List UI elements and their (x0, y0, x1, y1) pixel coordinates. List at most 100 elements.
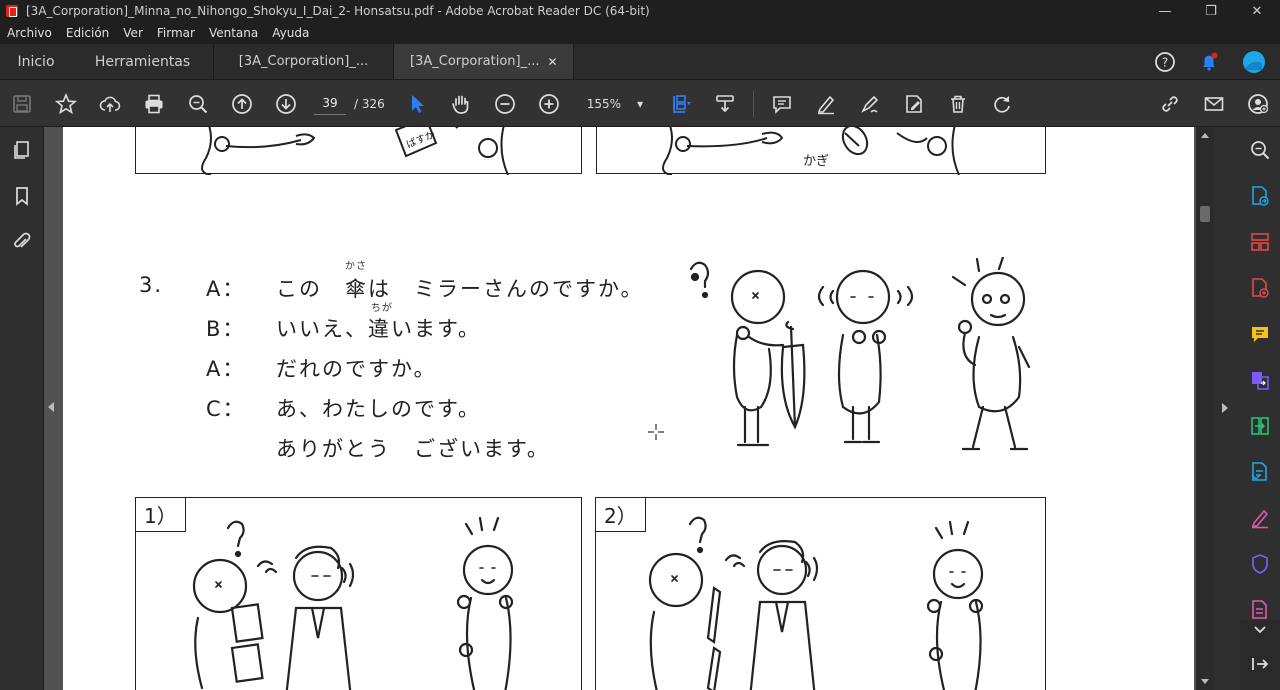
dialogue-line-5: ありがとう ございます。 (276, 437, 550, 461)
scroll-down-icon[interactable] (1201, 679, 1209, 684)
zoom-search-icon (1251, 141, 1270, 160)
organize-pages-button[interactable] (1240, 219, 1280, 265)
page-display-button[interactable] (659, 81, 703, 127)
add-user-button[interactable] (1236, 81, 1280, 127)
bookmark-star-button[interactable] (44, 81, 88, 127)
expand-panel-icon[interactable] (1250, 656, 1270, 672)
right-tools-panel (1214, 127, 1280, 690)
compress-pdf-button[interactable] (1240, 403, 1280, 449)
chevron-down-icon: ▾ (637, 96, 644, 111)
chevron-down-icon[interactable] (1252, 624, 1268, 636)
collapse-right-panel-icon[interactable] (1222, 403, 1228, 413)
zoom-out-button[interactable] (483, 81, 527, 127)
page-number-input[interactable] (314, 92, 346, 115)
share-link-button[interactable] (1148, 81, 1192, 127)
mail-icon (1204, 96, 1224, 111)
key-caption: かぎ (803, 154, 829, 169)
pen-draw-icon (861, 95, 879, 113)
delete-button[interactable] (936, 81, 980, 127)
select-tool-button[interactable] (395, 81, 439, 127)
fill-sign-button[interactable] (892, 81, 936, 127)
cartoon-figures-illustration: ばすか (201, 127, 509, 176)
print-button[interactable] (132, 81, 176, 127)
arrow-down-circle-icon (276, 93, 296, 114)
dialogue-speaker-4: C： (206, 397, 246, 421)
email-button[interactable] (1192, 81, 1236, 127)
search-tool-button[interactable] (1240, 127, 1280, 173)
umbrella-scene-illustration (689, 257, 1031, 451)
right-panel-footer (1240, 620, 1280, 690)
comment-icon (773, 95, 791, 114)
pdf-page: ばすか かぎ 3. かさ ちが A： この 傘は ミラーさんのですか。 B： い… (63, 127, 1194, 690)
tab-herramientas[interactable]: Herramientas (72, 44, 214, 79)
menu-firmar[interactable]: Firmar (150, 26, 202, 40)
menu-ventana[interactable]: Ventana (202, 26, 265, 40)
create-pdf-button[interactable] (1240, 265, 1280, 311)
notification-bell-icon[interactable] (1198, 51, 1220, 73)
zoom-value: 155% (586, 96, 622, 111)
highlight-button[interactable] (804, 81, 848, 127)
organize-pages-icon (1251, 233, 1269, 251)
sign-pen-icon (1251, 509, 1269, 529)
exercise-panel-1: 1） (135, 497, 582, 690)
user-avatar-icon[interactable] (1242, 50, 1266, 74)
convert-pdf-button[interactable] (1240, 449, 1280, 495)
redo-button[interactable] (980, 81, 1024, 127)
page-fit-icon (673, 94, 692, 113)
convert-icon (1251, 462, 1267, 481)
highlighter-pen-icon (817, 95, 835, 114)
tab-inicio[interactable]: Inicio (0, 44, 72, 79)
scan-icon (1252, 372, 1269, 390)
fill-sign-tool-button[interactable] (1240, 495, 1280, 541)
dialogue-speaker-3: A： (206, 357, 246, 381)
page-thumbnails-button[interactable] (0, 127, 44, 173)
scroll-mode-button[interactable] (703, 81, 747, 127)
illustration-panel-top-left: ばすか (135, 127, 582, 176)
scroll-up-icon[interactable] (1201, 133, 1209, 138)
panel-1-illustration (192, 516, 514, 690)
upload-cloud-button[interactable] (88, 81, 132, 127)
collapse-left-panel-icon[interactable] (48, 402, 54, 412)
restore-button[interactable]: ❐ (1188, 4, 1234, 19)
previous-page-button[interactable] (220, 81, 264, 127)
exercise-panel-2: 2） (595, 497, 1046, 690)
menu-bar: Archivo Edición Ver Firmar Ventana Ayuda (0, 22, 1280, 44)
scroll-thumb[interactable] (1200, 206, 1210, 222)
minus-circle-icon (494, 93, 515, 114)
zoom-select[interactable]: 155% ▾ (587, 97, 643, 111)
minimize-button[interactable]: — (1142, 4, 1188, 19)
hand-tool-button[interactable] (439, 81, 483, 127)
shield-icon (1252, 554, 1268, 574)
bookmarks-button[interactable] (0, 173, 44, 219)
rotate-icon (994, 95, 1010, 113)
cursor-arrow-icon (411, 94, 424, 113)
vertical-scrollbar[interactable] (1196, 127, 1214, 690)
menu-ver[interactable]: Ver (116, 26, 150, 40)
menu-ayuda[interactable]: Ayuda (265, 26, 316, 40)
search-zoom-button[interactable] (176, 81, 220, 127)
scan-ocr-button[interactable] (1240, 357, 1280, 403)
page-total: / 326 (354, 96, 385, 111)
tab-document-2[interactable]: [3A_Corporation]_... ✕ (394, 44, 574, 79)
help-icon[interactable]: ? (1154, 51, 1176, 73)
paperclip-icon (14, 232, 31, 248)
attachments-button[interactable] (0, 219, 44, 265)
draw-button[interactable] (848, 81, 892, 127)
export-pdf-button[interactable] (1240, 173, 1280, 219)
dialogue-line-4: あ、わたしのです。 (276, 397, 481, 421)
save-button[interactable] (0, 81, 44, 127)
protect-button[interactable] (1240, 541, 1280, 587)
save-icon (13, 94, 31, 113)
menu-archivo[interactable]: Archivo (0, 26, 59, 40)
next-page-button[interactable] (264, 81, 308, 127)
comment-button[interactable] (760, 81, 804, 127)
dialogue-line-1: この 傘は ミラーさんのですか。 (276, 277, 644, 301)
menu-edicion[interactable]: Edición (59, 26, 116, 40)
tab-document-1[interactable]: [3A_Corporation]_... (214, 44, 394, 79)
zoom-in-button[interactable] (527, 81, 571, 127)
close-window-button[interactable]: ✕ (1234, 4, 1280, 19)
printer-icon (145, 94, 163, 113)
comment-tool-button[interactable] (1240, 311, 1280, 357)
close-tab-icon[interactable]: ✕ (548, 55, 558, 69)
create-pdf-icon (1252, 278, 1269, 298)
